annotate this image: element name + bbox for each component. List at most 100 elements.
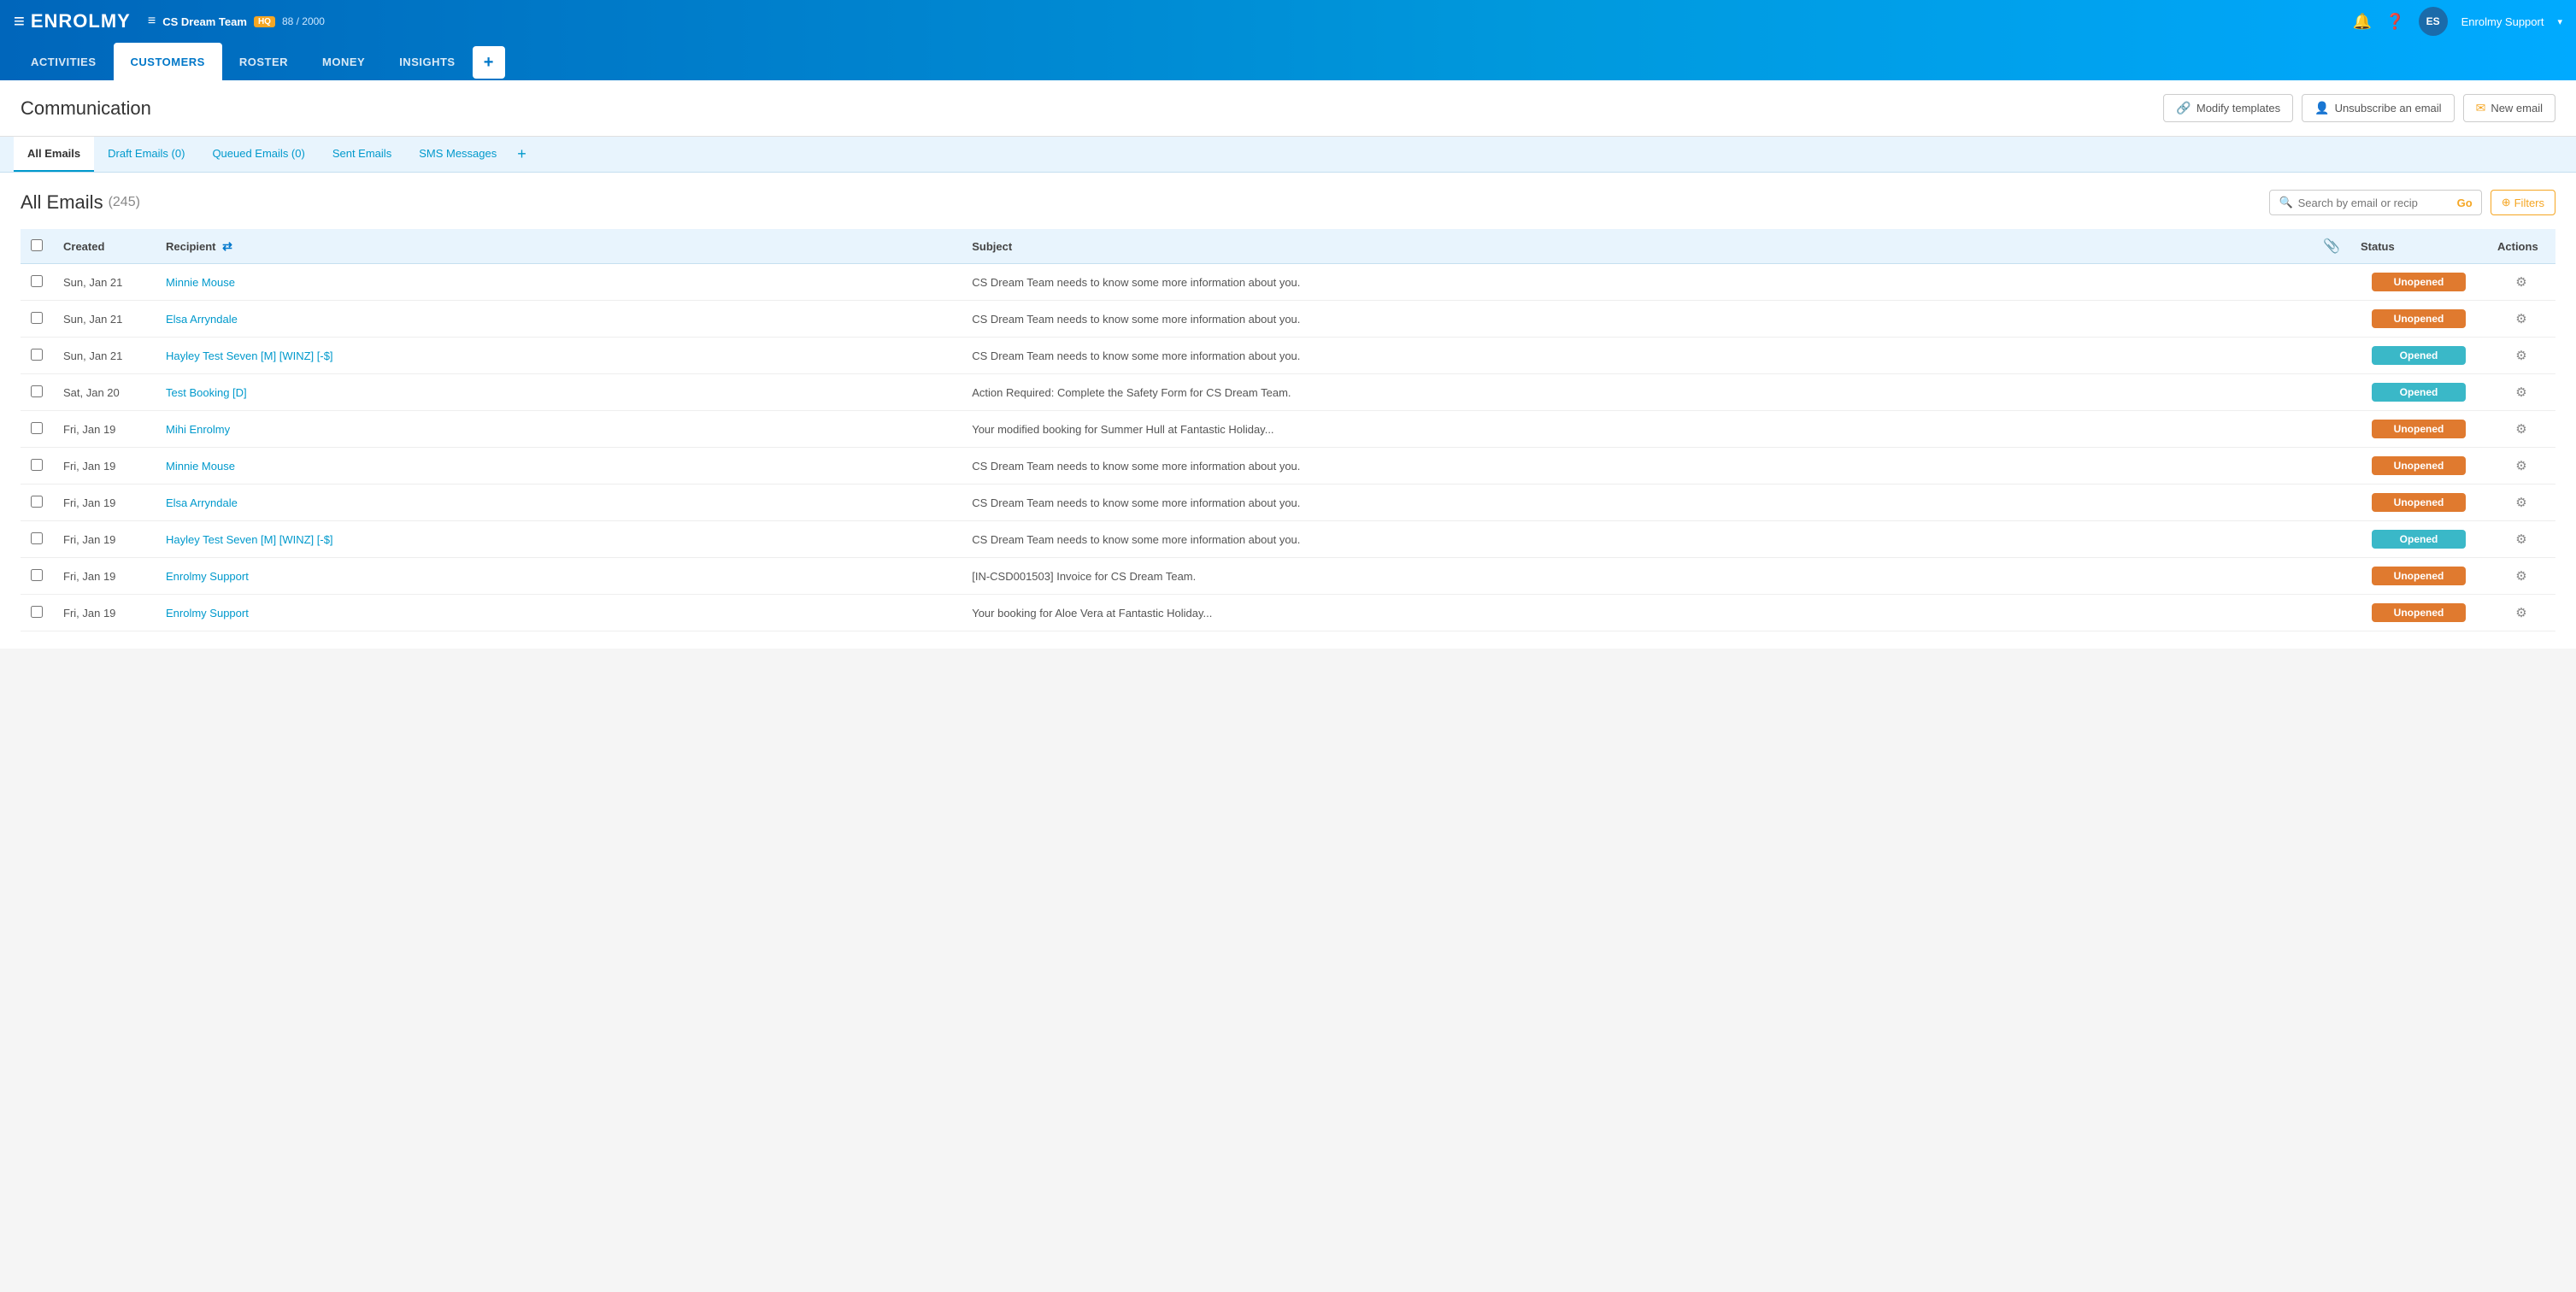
gear-icon-5[interactable]: ⚙ bbox=[2515, 459, 2526, 473]
row-subject-5: CS Dream Team needs to know some more in… bbox=[962, 448, 2313, 484]
row-checkbox-8[interactable] bbox=[31, 569, 43, 581]
row-checkbox-9[interactable] bbox=[31, 606, 43, 618]
row-attachment-3 bbox=[2313, 374, 2350, 411]
tab-queued-emails[interactable]: Queued Emails (0) bbox=[198, 137, 318, 172]
row-checkbox-0[interactable] bbox=[31, 275, 43, 287]
row-attachment-5 bbox=[2313, 448, 2350, 484]
tab-plus-button[interactable]: + bbox=[510, 138, 533, 170]
row-checkbox-3[interactable] bbox=[31, 385, 43, 397]
gear-icon-4[interactable]: ⚙ bbox=[2515, 422, 2526, 437]
row-attachment-4 bbox=[2313, 411, 2350, 448]
main-nav: ACTIVITIES CUSTOMERS ROSTER MONEY INSIGH… bbox=[0, 43, 2576, 80]
avatar-initials: ES bbox=[2426, 15, 2440, 27]
row-recipient-3: Test Booking [D] bbox=[156, 374, 882, 411]
row-created-7: Fri, Jan 19 bbox=[53, 521, 156, 558]
row-created-8: Fri, Jan 19 bbox=[53, 558, 156, 595]
sort-icon[interactable]: ⇄ bbox=[222, 239, 232, 253]
row-checkbox-2[interactable] bbox=[31, 349, 43, 361]
row-checkbox-1[interactable] bbox=[31, 312, 43, 324]
nav-item-money[interactable]: MONEY bbox=[305, 43, 382, 80]
recipient-link-2[interactable]: Hayley Test Seven [M] [WINZ] [-$] bbox=[166, 349, 333, 362]
row-status-2: Opened bbox=[2350, 338, 2487, 374]
gear-icon-6[interactable]: ⚙ bbox=[2515, 496, 2526, 510]
row-subject-1: CS Dream Team needs to know some more in… bbox=[962, 301, 2313, 338]
gear-icon-7[interactable]: ⚙ bbox=[2515, 532, 2526, 547]
row-checkbox-5[interactable] bbox=[31, 459, 43, 471]
tab-draft-emails[interactable]: Draft Emails (0) bbox=[94, 137, 198, 172]
page-title: Communication bbox=[21, 97, 2163, 120]
gear-icon-0[interactable]: ⚙ bbox=[2515, 275, 2526, 290]
row-created-1: Sun, Jan 21 bbox=[53, 301, 156, 338]
emails-count: (245) bbox=[109, 195, 140, 210]
row-attach-empty-1 bbox=[882, 301, 962, 338]
row-status-3: Opened bbox=[2350, 374, 2487, 411]
row-checkbox-cell bbox=[21, 301, 53, 338]
row-actions-8: ⚙ bbox=[2487, 558, 2555, 595]
row-checkbox-4[interactable] bbox=[31, 422, 43, 434]
row-actions-2: ⚙ bbox=[2487, 338, 2555, 374]
row-checkbox-7[interactable] bbox=[31, 532, 43, 544]
new-email-button[interactable]: ✉ New email bbox=[2463, 94, 2555, 122]
search-input[interactable] bbox=[2298, 197, 2452, 209]
row-recipient-8: Enrolmy Support bbox=[156, 558, 882, 595]
row-subject-4: Your modified booking for Summer Hull at… bbox=[962, 411, 2313, 448]
row-checkbox-cell bbox=[21, 374, 53, 411]
unsubscribe-icon: 👤 bbox=[2314, 101, 2329, 115]
question-icon[interactable]: ❓ bbox=[2385, 13, 2404, 31]
nav-plus-button[interactable]: + bbox=[473, 46, 505, 79]
gear-icon-9[interactable]: ⚙ bbox=[2515, 606, 2526, 620]
header-subject: Subject bbox=[962, 229, 2313, 264]
row-attach-empty-9 bbox=[882, 595, 962, 631]
row-attach-empty-5 bbox=[882, 448, 962, 484]
filters-label: Filters bbox=[2514, 197, 2544, 209]
nav-item-insights[interactable]: INSIGHTS bbox=[382, 43, 472, 80]
recipient-link-4[interactable]: Mihi Enrolmy bbox=[166, 423, 230, 436]
nav-item-roster[interactable]: ROSTER bbox=[222, 43, 305, 80]
row-actions-9: ⚙ bbox=[2487, 595, 2555, 631]
bell-icon[interactable]: 🔔 bbox=[2353, 13, 2372, 31]
row-recipient-6: Elsa Arryndale bbox=[156, 484, 882, 521]
recipient-link-8[interactable]: Enrolmy Support bbox=[166, 570, 249, 583]
row-checkbox-6[interactable] bbox=[31, 496, 43, 508]
unsubscribe-email-button[interactable]: 👤 Unsubscribe an email bbox=[2302, 94, 2454, 122]
recipient-link-6[interactable]: Elsa Arryndale bbox=[166, 496, 238, 509]
gear-icon-2[interactable]: ⚙ bbox=[2515, 349, 2526, 363]
nav-item-activities[interactable]: ACTIVITIES bbox=[14, 43, 114, 80]
status-badge-2: Opened bbox=[2372, 346, 2466, 365]
user-caret[interactable]: ▾ bbox=[2557, 16, 2562, 27]
status-badge-0: Unopened bbox=[2372, 273, 2466, 291]
recipient-link-1[interactable]: Elsa Arryndale bbox=[166, 313, 238, 326]
table-row: Sun, Jan 21 Elsa Arryndale CS Dream Team… bbox=[21, 301, 2555, 338]
gear-icon-8[interactable]: ⚙ bbox=[2515, 569, 2526, 584]
recipient-link-3[interactable]: Test Booking [D] bbox=[166, 386, 247, 399]
row-attachment-6 bbox=[2313, 484, 2350, 521]
row-checkbox-cell bbox=[21, 521, 53, 558]
status-badge-7: Opened bbox=[2372, 530, 2466, 549]
tab-sent-emails[interactable]: Sent Emails bbox=[319, 137, 405, 172]
row-status-8: Unopened bbox=[2350, 558, 2487, 595]
gear-icon-3[interactable]: ⚙ bbox=[2515, 385, 2526, 400]
header-attach-icon-col: 📎 bbox=[2313, 229, 2350, 264]
tab-sms-messages[interactable]: SMS Messages bbox=[405, 137, 510, 172]
gear-icon-1[interactable]: ⚙ bbox=[2515, 312, 2526, 326]
recipient-link-5[interactable]: Minnie Mouse bbox=[166, 460, 235, 473]
table-row: Fri, Jan 19 Enrolmy Support Your booking… bbox=[21, 595, 2555, 631]
hamburger-icon[interactable]: ≡ bbox=[148, 14, 156, 29]
recipient-link-0[interactable]: Minnie Mouse bbox=[166, 276, 235, 289]
search-go-button[interactable]: Go bbox=[2457, 197, 2473, 209]
recipient-link-9[interactable]: Enrolmy Support bbox=[166, 607, 249, 620]
status-badge-6: Unopened bbox=[2372, 493, 2466, 512]
search-area: 🔍 Go ⊕ Filters bbox=[2269, 190, 2555, 215]
tab-all-emails[interactable]: All Emails bbox=[14, 137, 94, 172]
status-badge-9: Unopened bbox=[2372, 603, 2466, 622]
row-attach-empty-6 bbox=[882, 484, 962, 521]
filters-button[interactable]: ⊕ Filters bbox=[2491, 190, 2555, 215]
select-all-checkbox[interactable] bbox=[31, 239, 43, 251]
nav-item-customers[interactable]: CUSTOMERS bbox=[114, 43, 222, 80]
modify-templates-button[interactable]: 🔗 Modify templates bbox=[2163, 94, 2293, 122]
row-attachment-1 bbox=[2313, 301, 2350, 338]
row-created-5: Fri, Jan 19 bbox=[53, 448, 156, 484]
table-row: Sun, Jan 21 Minnie Mouse CS Dream Team n… bbox=[21, 264, 2555, 301]
recipient-link-7[interactable]: Hayley Test Seven [M] [WINZ] [-$] bbox=[166, 533, 333, 546]
table-row: Fri, Jan 19 Elsa Arryndale CS Dream Team… bbox=[21, 484, 2555, 521]
